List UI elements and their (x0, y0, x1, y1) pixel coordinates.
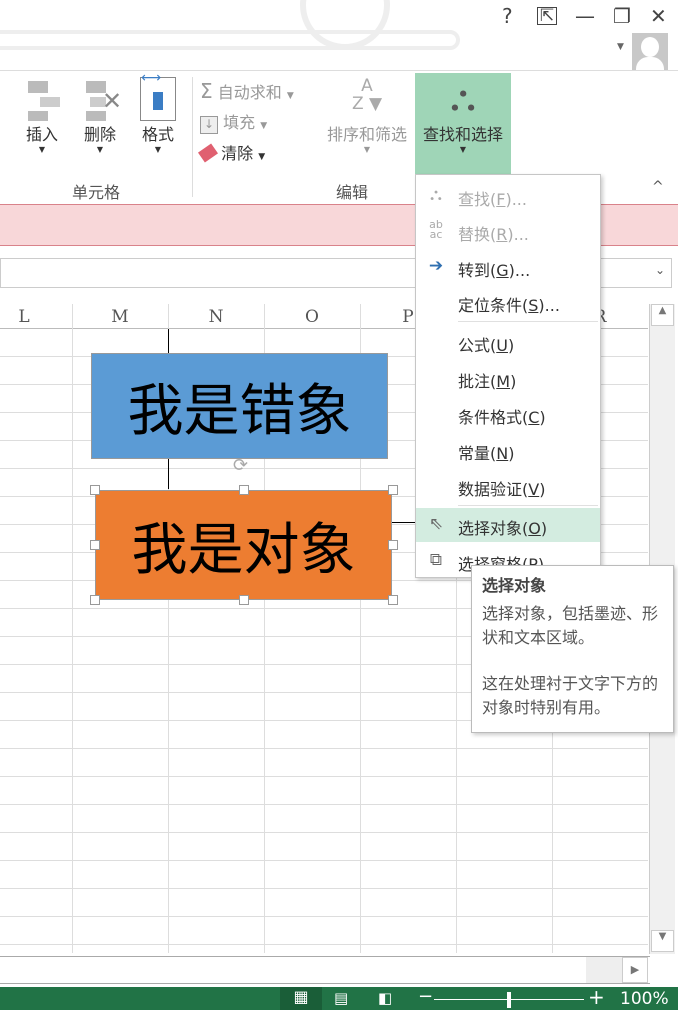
zoom-in-button[interactable]: + (588, 985, 605, 1009)
zoom-level[interactable]: 100% (620, 989, 669, 1009)
format-button[interactable]: ⟷ 格式 ▼ (134, 70, 182, 154)
rotate-handle-icon[interactable]: ⟳ (233, 455, 248, 476)
scroll-up-button[interactable]: ▲ (651, 304, 674, 326)
zoom-out-button[interactable]: − (418, 986, 433, 1007)
sort-filter-icon: AZ ▼ (351, 76, 383, 114)
binoculars-icon: ⛬ (430, 185, 442, 205)
resize-handle[interactable] (388, 540, 398, 550)
menu-item-constants[interactable]: 常量(N) (416, 433, 600, 467)
delete-button[interactable]: ✕ 删除 ▼ (76, 77, 124, 154)
selection-pane-icon: ⧉ (429, 550, 443, 570)
scroll-right-button[interactable]: ▶ (622, 957, 648, 983)
scroll-track (586, 957, 622, 983)
ribbon-display-button[interactable]: ⇱ (537, 7, 557, 25)
back-shape[interactable]: 我是错象 (91, 353, 388, 459)
sort-filter-button[interactable]: AZ ▼ 排序和筛选 ▼ (320, 77, 414, 154)
title-bar: ? ⇱ — ❐ ✕ ▼ (0, 0, 678, 70)
status-bar: ▦ ▤ ◧ − + 100% (0, 985, 678, 1010)
menu-item-find[interactable]: ⛬ 查找(F)... (416, 179, 600, 213)
menu-item-data-validation[interactable]: 数据验证(V) (416, 469, 600, 503)
resize-handle[interactable] (90, 595, 100, 605)
binoculars-icon: ⛬ (450, 78, 476, 119)
horizontal-scrollbar[interactable]: ▶ (0, 956, 650, 984)
delete-cells-icon: ✕ (82, 77, 122, 121)
replace-icon: ab ac (429, 218, 443, 241)
group-divider (192, 77, 193, 197)
insert-cells-icon (24, 77, 60, 121)
clear-button[interactable]: 清除 ▼ (198, 140, 265, 164)
account-dropdown-icon[interactable]: ▼ (617, 42, 624, 52)
fill-button[interactable]: ↓ 填充 ▼ (200, 109, 267, 134)
zoom-slider-thumb[interactable] (507, 992, 511, 1008)
column-header[interactable]: L (0, 307, 72, 327)
normal-view-icon[interactable]: ▦ (280, 987, 322, 1010)
resize-handle[interactable] (388, 485, 398, 495)
minimize-button[interactable]: — (575, 4, 595, 28)
menu-item-goto-special[interactable]: 定位条件(S)... (416, 285, 600, 319)
close-button[interactable]: ✕ (650, 4, 667, 28)
restore-button[interactable]: ❐ (613, 4, 631, 28)
collapse-ribbon-button[interactable]: ^ (652, 179, 664, 195)
background-decoration (0, 30, 460, 50)
column-header[interactable]: M (72, 307, 168, 327)
find-select-button[interactable]: ⛬ 查找和选择 ▼ (415, 73, 511, 177)
menu-item-replace[interactable]: ab ac 替换(R)... (416, 214, 600, 248)
menu-separator (458, 321, 598, 322)
insert-label: 插入 (25, 125, 58, 144)
menu-item-conditional-formatting[interactable]: 条件格式(C) (416, 397, 600, 431)
editing-group-label: 编辑 (336, 183, 369, 202)
menu-separator (458, 505, 598, 506)
menu-item-formulas[interactable]: 公式(U) (416, 325, 600, 359)
tooltip-line2: 这在处理衬于文字下方的对象时特别有用。 (482, 674, 659, 717)
find-select-menu: ⛬ 查找(F)... ab ac 替换(R)... ➔ 转到(G)... 定位条件(S)… (415, 174, 601, 578)
page-break-view-icon[interactable]: ◧ (378, 989, 392, 1007)
connector-line (392, 522, 416, 523)
sigma-icon: Σ (200, 79, 213, 103)
column-divider (72, 304, 73, 953)
front-shape-selected[interactable]: 我是对象 (95, 490, 392, 600)
resize-handle[interactable] (388, 595, 398, 605)
column-header[interactable]: O (264, 307, 360, 327)
resize-handle[interactable] (239, 595, 249, 605)
delete-label: 删除 (83, 125, 116, 144)
find-select-label: 查找和选择 (422, 125, 503, 144)
tooltip-title: 选择对象 (482, 576, 547, 595)
arrow-right-icon: ➔ (428, 256, 444, 276)
scroll-down-button[interactable]: ▼ (651, 930, 674, 952)
menu-item-goto[interactable]: ➔ 转到(G)... (416, 250, 600, 284)
column-header[interactable]: N (168, 307, 264, 327)
sort-filter-label: 排序和筛选 (326, 125, 407, 144)
tooltip: 选择对象 选择对象，包括墨迹、形状和文本区域。 这在处理衬于文字下方的对象时特别… (471, 565, 674, 733)
cursor-icon: ⇖ (428, 514, 444, 534)
resize-handle[interactable] (90, 540, 100, 550)
cells-group-label: 单元格 (72, 183, 121, 202)
menu-item-select-objects[interactable]: ⇖ 选择对象(O) (416, 508, 600, 542)
page-layout-view-icon[interactable]: ▤ (334, 989, 348, 1007)
menu-item-comments[interactable]: 批注(M) (416, 361, 600, 395)
format-cells-icon: ⟷ (140, 70, 176, 121)
format-label: 格式 (141, 125, 174, 144)
fill-down-icon: ↓ (200, 116, 218, 134)
resize-handle[interactable] (239, 485, 249, 495)
expand-formula-icon[interactable]: ⌄ (655, 263, 665, 277)
eraser-icon (198, 143, 218, 163)
tooltip-line1: 选择对象，包括墨迹、形状和文本区域。 (482, 604, 659, 647)
help-button[interactable]: ? (502, 4, 513, 28)
avatar[interactable] (632, 33, 668, 70)
autosum-button[interactable]: Σ 自动求和 ▼ (200, 79, 294, 103)
insert-button[interactable]: 插入 ▼ (18, 77, 66, 154)
resize-handle[interactable] (90, 485, 100, 495)
